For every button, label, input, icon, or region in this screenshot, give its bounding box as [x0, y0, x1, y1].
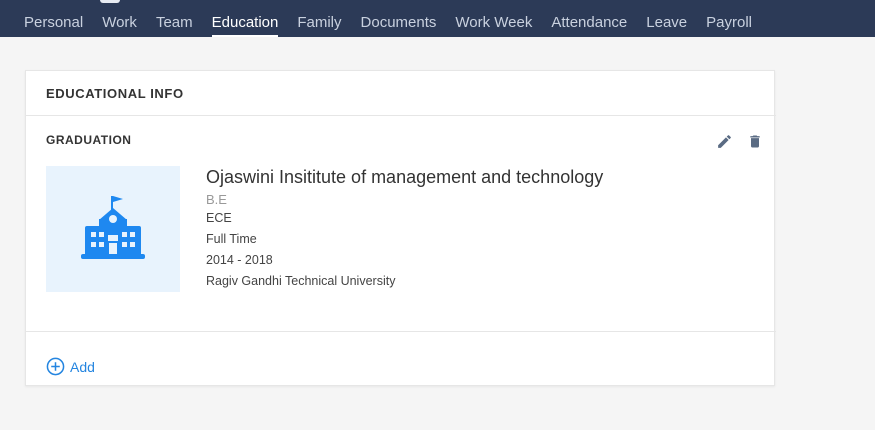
header-avatar-edge: [100, 0, 120, 3]
institution-name: Ojaswini Insititute of management and te…: [206, 167, 604, 187]
card-title: EDUCATIONAL INFO: [46, 86, 184, 101]
tab-work[interactable]: Work: [102, 14, 137, 32]
tab-team[interactable]: Team: [156, 14, 193, 32]
tab-personal[interactable]: Personal: [24, 14, 83, 32]
tab-education[interactable]: Education: [211, 14, 278, 37]
tab-work-week[interactable]: Work Week: [455, 14, 532, 32]
branch: ECE: [206, 211, 232, 225]
section-title: GRADUATION: [46, 133, 132, 147]
degree: B.E: [206, 192, 227, 207]
delete-icon[interactable]: [745, 131, 765, 151]
study-years: 2014 - 2018: [206, 253, 273, 267]
add-education-button[interactable]: Add: [46, 357, 95, 376]
tab-family[interactable]: Family: [297, 14, 341, 32]
add-circle-icon: [46, 357, 65, 376]
tab-documents[interactable]: Documents: [361, 14, 437, 32]
profile-tabs: Personal Work Team Education Family Docu…: [24, 14, 771, 37]
tab-payroll[interactable]: Payroll: [706, 14, 752, 32]
card-header-divider: [26, 115, 776, 116]
top-navigation-bar: Personal Work Team Education Family Docu…: [0, 0, 875, 37]
edit-icon[interactable]: [714, 131, 734, 151]
study-mode: Full Time: [206, 232, 257, 246]
card-footer-divider: [26, 331, 776, 332]
school-building-icon: [81, 196, 145, 259]
tab-leave[interactable]: Leave: [646, 14, 687, 32]
educational-info-card: EDUCATIONAL INFO GRADUATION Ojaswini Ins…: [25, 70, 776, 386]
tab-attendance[interactable]: Attendance: [551, 14, 627, 32]
institution-thumbnail: [46, 166, 180, 292]
add-label: Add: [70, 358, 95, 375]
university-name: Ragiv Gandhi Technical University: [206, 274, 396, 288]
